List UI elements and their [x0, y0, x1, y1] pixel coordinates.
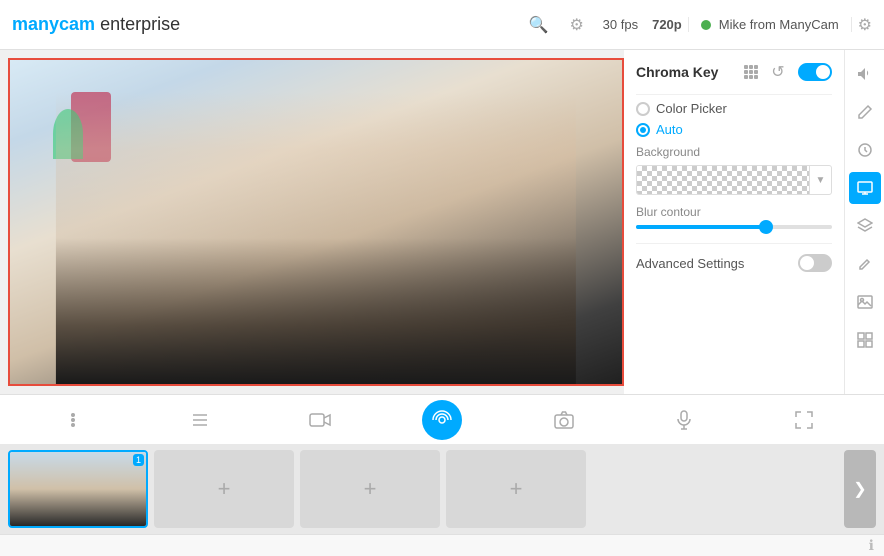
- zoom-icon[interactable]: 🔍: [527, 13, 551, 37]
- right-panel: Chroma Key ↺ Color P: [624, 50, 844, 394]
- toolbar-mic[interactable]: [666, 402, 702, 438]
- checkerboard-preview: [637, 166, 809, 194]
- chroma-toggle[interactable]: [798, 63, 832, 81]
- blur-slider-thumb[interactable]: [759, 220, 773, 234]
- grid-icon[interactable]: [744, 65, 758, 79]
- side-icons-bar: [844, 50, 884, 394]
- app-logo: manycam enterprise: [12, 14, 180, 35]
- background-dropdown[interactable]: ▼: [636, 165, 832, 195]
- thumbnail-badge: 1: [133, 454, 144, 466]
- dropdown-arrow[interactable]: ▼: [809, 166, 831, 194]
- toolbar-snapshot[interactable]: [546, 402, 582, 438]
- info-icon[interactable]: ℹ: [869, 537, 874, 554]
- blur-contour-label: Blur contour: [636, 205, 832, 219]
- side-icon-clock[interactable]: [849, 134, 881, 166]
- auto-option[interactable]: Auto: [636, 122, 832, 137]
- resolution-display: 720p: [652, 17, 682, 32]
- chroma-header: Chroma Key ↺: [636, 60, 832, 84]
- side-icon-grid[interactable]: [849, 324, 881, 356]
- main-content: Chroma Key ↺ Color P: [0, 50, 884, 394]
- thumbnail-strip: 1 + + + ❯: [0, 444, 884, 534]
- top-icons: 🔍 ⚙ 30 fps 720p: [527, 13, 682, 37]
- side-icon-layers[interactable]: [849, 210, 881, 242]
- toolbar-menu[interactable]: [62, 402, 98, 438]
- user-area: Mike from ManyCam: [688, 17, 852, 32]
- color-picker-radio[interactable]: [636, 102, 650, 116]
- logo-suffix: enterprise: [95, 14, 180, 34]
- side-icon-pencil2[interactable]: [849, 248, 881, 280]
- toolbar-fullscreen[interactable]: [786, 402, 822, 438]
- auto-label: Auto: [656, 122, 683, 137]
- background-label: Background: [636, 145, 832, 159]
- thumbnail-1-img: [10, 452, 146, 526]
- side-icon-volume[interactable]: [849, 58, 881, 90]
- toolbar-list[interactable]: [182, 402, 218, 438]
- add-tile-3[interactable]: +: [446, 450, 586, 528]
- chroma-title: Chroma Key: [636, 64, 744, 80]
- bottom-info-bar: ℹ: [0, 534, 884, 556]
- video-area: [8, 58, 624, 386]
- auto-radio[interactable]: [636, 123, 650, 137]
- color-picker-label: Color Picker: [656, 101, 727, 116]
- toolbar-broadcast[interactable]: [422, 400, 462, 440]
- add-tile-1[interactable]: +: [154, 450, 294, 528]
- side-icon-pen[interactable]: [849, 96, 881, 128]
- blur-slider-fill: [636, 225, 763, 229]
- bottom-toolbar: [0, 394, 884, 444]
- advanced-section: Advanced Settings: [636, 243, 832, 272]
- advanced-settings-label: Advanced Settings: [636, 256, 798, 271]
- color-picker-option[interactable]: Color Picker: [636, 101, 832, 116]
- top-bar: manycam enterprise 🔍 ⚙ 30 fps 720p Mike …: [0, 0, 884, 50]
- thumbnail-1[interactable]: 1: [8, 450, 148, 528]
- fps-display: 30 fps: [603, 17, 638, 32]
- effects-icon[interactable]: ⚙: [565, 13, 589, 37]
- divider-1: [636, 94, 832, 95]
- user-name: Mike from ManyCam: [719, 17, 839, 32]
- blur-slider-container: [636, 225, 832, 229]
- reset-icon[interactable]: ↺: [766, 60, 790, 84]
- logo-brand: manycam: [12, 14, 95, 34]
- settings-icon-top[interactable]: ⚙: [858, 15, 872, 35]
- chroma-icons: ↺: [744, 60, 832, 84]
- advanced-settings-toggle[interactable]: [798, 254, 832, 272]
- more-thumbnails-btn[interactable]: ❯: [844, 450, 876, 528]
- chroma-panel: Chroma Key ↺ Color P: [624, 50, 844, 394]
- side-icon-screen[interactable]: [849, 172, 881, 204]
- toolbar-camera[interactable]: [302, 402, 338, 438]
- side-icon-image[interactable]: [849, 286, 881, 318]
- video-placeholder: [10, 60, 622, 384]
- user-status-dot: [701, 20, 711, 30]
- blur-section: Blur contour: [636, 205, 832, 229]
- add-tile-2[interactable]: +: [300, 450, 440, 528]
- blur-slider-track[interactable]: [636, 225, 832, 229]
